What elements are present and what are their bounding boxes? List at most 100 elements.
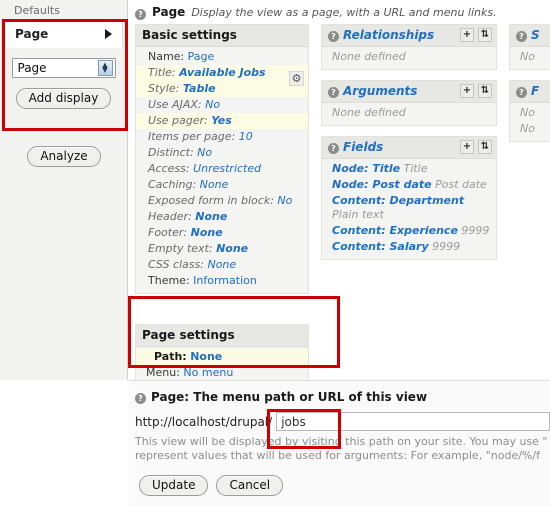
gear-icon[interactable]: ⚙ [289,71,304,86]
setting-label: Menu: [146,366,180,379]
setting-value[interactable]: Table [183,82,216,95]
select-spinner-icon[interactable]: ▲ ▼ [97,60,113,76]
setting-label: CSS class: [148,258,204,271]
field-sub: Plain text [332,208,384,221]
path-input-row: http://localhost/drupal/ jobs [129,412,550,431]
basic-settings-header: Basic settings [136,25,308,47]
cancel-button[interactable]: Cancel [216,475,284,496]
setting-value[interactable]: Yes [211,114,232,127]
help-icon[interactable]: ? [135,392,146,404]
help-icon[interactable]: ? [328,142,339,154]
field-sub: 9999 [461,224,490,237]
relationships-body: None defined [322,47,496,69]
analyze-button[interactable]: Analyze [27,146,101,167]
add-field-icon[interactable]: + [460,140,474,154]
setting-value[interactable]: Available Jobs [179,66,265,79]
help-icon[interactable]: ? [516,86,527,98]
sort-criteria-empty: No [520,50,535,63]
views-ui-edit-screen: Defaults Page Page ▲ ▼ Add display Analyz… [0,0,550,506]
page-settings-row-path[interactable]: Path: None [136,349,308,365]
setting-row-exposed-form-in-block[interactable]: Exposed form in block: No [136,193,308,209]
filter-row[interactable]: No [510,105,550,121]
setting-row-style[interactable]: Style: Table [136,81,308,97]
path-input[interactable]: jobs [276,412,550,431]
add-argument-icon[interactable]: + [460,84,474,98]
setting-value[interactable]: None [216,242,248,255]
fields-heading[interactable]: Fields [343,140,383,154]
setting-row-use-ajax[interactable]: Use AJAX: No [136,97,308,113]
path-desc-line1: This view will be displayed by visiting … [135,435,548,448]
field-row[interactable]: Node: Post date Post date [322,177,496,193]
path-form-title: Page: The menu path or URL of this view [151,390,428,404]
setting-value[interactable]: Page [188,50,215,63]
setting-row-items-per-page[interactable]: Items per page: 10 [136,129,308,145]
update-button[interactable]: Update [139,475,209,496]
add-display-button[interactable]: Add display [15,88,112,109]
setting-value[interactable]: None [191,226,223,239]
setting-row-header[interactable]: Header: None [136,209,308,225]
field-name[interactable]: Content: Department [332,194,464,207]
setting-row-title[interactable]: Title: Available Jobs [136,65,308,81]
setting-row-css-class[interactable]: CSS class: None [136,257,308,273]
column-middle: ? Relationships + ⇅ None defined ? Argum… [321,24,497,270]
setting-value[interactable]: None [190,350,222,363]
setting-value[interactable]: 10 [239,130,253,143]
setting-value[interactable]: No [197,146,212,159]
path-desc-line2: represent values that will be used for a… [135,449,540,462]
setting-row-footer[interactable]: Footer: None [136,225,308,241]
page-settings-header: Page settings [136,325,308,347]
help-icon[interactable]: ? [516,30,527,42]
defaults-label[interactable]: Defaults [0,0,127,21]
setting-row-access[interactable]: Access: Unrestricted [136,161,308,177]
setting-value[interactable]: No [205,98,220,111]
setting-value[interactable]: None [200,178,229,191]
field-row[interactable]: Node: Title Title [322,161,496,177]
rearrange-relationships-icon[interactable]: ⇅ [478,28,492,42]
field-name[interactable]: Content: Experience [332,224,458,237]
arguments-heading[interactable]: Arguments [343,84,417,98]
setting-value[interactable]: No menu [183,366,233,379]
help-icon[interactable]: ? [135,9,146,20]
sort-criteria-panel: ? S No [509,24,550,70]
field-name[interactable]: Node: Title [332,162,400,175]
field-row[interactable]: Content: Salary 9999 [322,239,496,255]
help-icon[interactable]: ? [328,86,339,98]
setting-row-use-pager[interactable]: Use pager: Yes [136,113,308,129]
help-icon[interactable]: ? [328,30,339,42]
page-description: Display the view as a page, with a URL a… [191,6,497,19]
field-sub: Post date [435,178,487,191]
setting-value[interactable]: Information [193,274,257,287]
url-prefix-label: http://localhost/drupal/ [135,414,273,429]
setting-label: Empty text: [148,242,213,255]
setting-value[interactable]: Unrestricted [193,162,261,175]
setting-value[interactable]: No [277,194,292,207]
setting-value[interactable]: None [195,210,227,223]
arguments-body: None defined [322,103,496,125]
setting-value[interactable]: None [207,258,236,271]
analyze-wrap: Analyze [0,146,128,167]
filter-row[interactable]: No [510,121,550,137]
field-name[interactable]: Node: Post date [332,178,432,191]
field-row[interactable]: Content: Department Plain text [322,193,496,223]
path-settings-form: ? Page: The menu path or URL of this vie… [129,380,550,506]
display-tab-page[interactable]: Page [4,21,123,47]
setting-label: Use AJAX: [148,98,202,111]
rearrange-fields-icon[interactable]: ⇅ [478,140,492,154]
filters-heading[interactable]: F [531,84,539,98]
rearrange-arguments-icon[interactable]: ⇅ [478,84,492,98]
add-relationship-icon[interactable]: + [460,28,474,42]
setting-row-distinct[interactable]: Distinct: No [136,145,308,161]
field-sub: Title [403,162,428,175]
setting-row-theme[interactable]: Theme: Information [136,273,308,289]
main-header: ? Page Display the view as a page, with … [129,0,550,25]
page-settings-row-menu[interactable]: Menu: No menu [136,365,308,381]
add-display-select[interactable]: Page ▲ ▼ [11,58,116,78]
sort-criteria-heading[interactable]: S [531,28,540,42]
arguments-empty: None defined [332,106,406,119]
setting-row-name[interactable]: Name: Page [136,49,308,65]
setting-row-caching[interactable]: Caching: None [136,177,308,193]
relationships-heading[interactable]: Relationships [343,28,434,42]
field-row[interactable]: Content: Experience 9999 [322,223,496,239]
setting-row-empty-text[interactable]: Empty text: None [136,241,308,257]
field-name[interactable]: Content: Salary [332,240,429,253]
